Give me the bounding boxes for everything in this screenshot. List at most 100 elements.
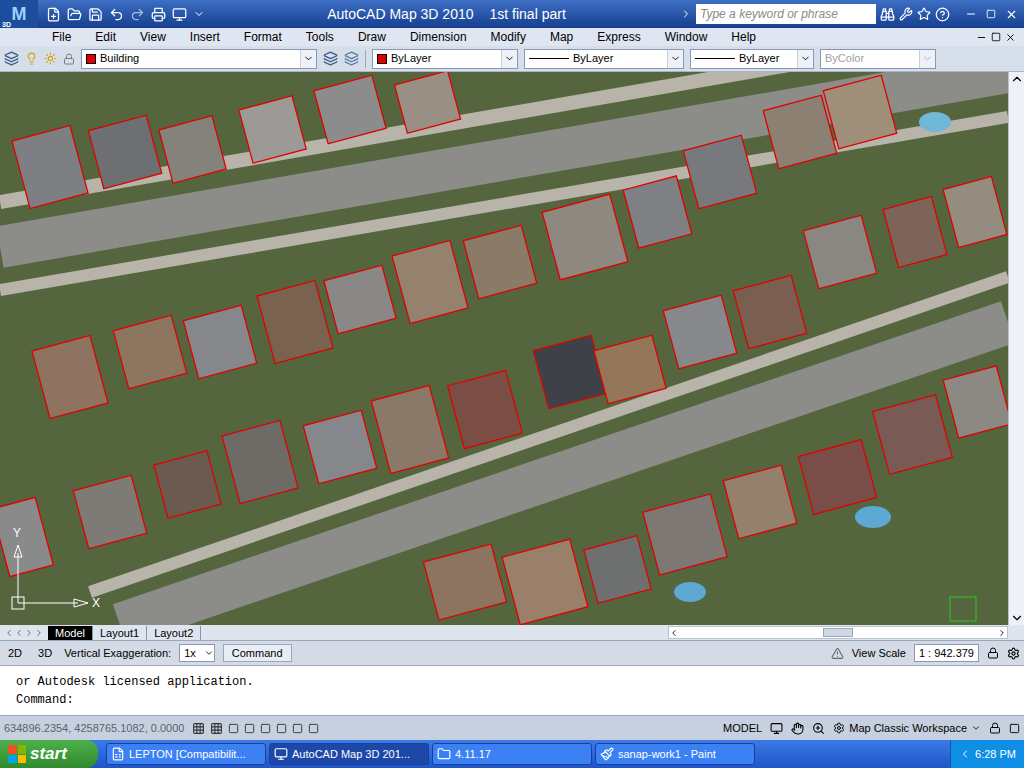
building-outline[interactable] xyxy=(502,539,588,625)
layer-previous-icon[interactable] xyxy=(344,51,359,66)
building-outline[interactable] xyxy=(32,335,108,418)
undo-icon[interactable] xyxy=(109,7,124,22)
layout-icon[interactable] xyxy=(770,722,783,735)
doc-minimize-icon[interactable] xyxy=(976,32,987,43)
search-field[interactable]: Type a keyword or phrase xyxy=(696,4,876,24)
view-mode-button[interactable]: 2D xyxy=(4,645,26,662)
building-outline[interactable] xyxy=(463,225,536,298)
save-icon[interactable] xyxy=(88,7,103,22)
building-outline[interactable] xyxy=(239,96,306,163)
maximize-button[interactable] xyxy=(982,5,1000,23)
building-outline[interactable] xyxy=(371,386,448,474)
building-outline[interactable] xyxy=(763,95,836,168)
building-outline[interactable] xyxy=(423,544,506,620)
doc-close-icon[interactable] xyxy=(1005,32,1016,43)
building-outline[interactable] xyxy=(222,420,298,503)
layout-tab[interactable]: Model xyxy=(48,626,93,640)
building-outline[interactable] xyxy=(733,275,806,348)
help-icon[interactable] xyxy=(935,7,950,22)
workspace-icon[interactable] xyxy=(172,7,187,22)
view-mode-button[interactable]: 3D xyxy=(34,645,56,662)
building-outline[interactable] xyxy=(303,410,376,483)
zoom-icon[interactable] xyxy=(812,722,825,735)
taskbar-task[interactable]: LEPTON [Compatibilit... xyxy=(106,743,266,765)
layer-manager-icon[interactable] xyxy=(4,51,19,66)
taskbar-task[interactable]: 4.11.17 xyxy=(432,743,592,765)
grid-icon[interactable] xyxy=(210,722,223,735)
dyn-icon[interactable] xyxy=(292,723,303,734)
snap-icon[interactable] xyxy=(192,722,205,735)
first-tab-icon[interactable] xyxy=(4,628,14,638)
scroll-right-icon[interactable] xyxy=(997,628,1007,638)
layer-dropdown[interactable]: Building xyxy=(81,49,317,69)
menu-item[interactable]: Insert xyxy=(178,28,232,46)
building-outline[interactable] xyxy=(883,197,947,268)
building-outline[interactable] xyxy=(394,72,460,133)
building-outline[interactable] xyxy=(324,265,396,334)
search-icon[interactable] xyxy=(880,7,895,22)
plotstyle-dropdown[interactable]: ByColor xyxy=(820,49,936,69)
plot-icon[interactable] xyxy=(151,7,166,22)
horizontal-scrollbar[interactable] xyxy=(668,626,1008,639)
pan-icon[interactable] xyxy=(791,722,804,735)
building-outline[interactable] xyxy=(257,280,333,363)
customize-icon[interactable] xyxy=(193,8,205,20)
next-tab-icon[interactable] xyxy=(24,628,34,638)
search-toggle-icon[interactable] xyxy=(680,8,692,20)
view-scale-value[interactable]: 1 : 942.379 xyxy=(914,644,979,663)
favorites-icon[interactable] xyxy=(917,7,931,21)
menu-item[interactable]: Format xyxy=(232,28,294,46)
tray-expand-icon[interactable] xyxy=(959,748,971,760)
menu-item[interactable]: Draw xyxy=(346,28,398,46)
building-outline[interactable] xyxy=(73,475,146,548)
last-tab-icon[interactable] xyxy=(34,628,44,638)
polar-icon[interactable] xyxy=(244,723,255,734)
menu-item[interactable]: View xyxy=(128,28,178,46)
menu-item[interactable]: Edit xyxy=(83,28,128,46)
taskbar-task[interactable]: AutoCAD Map 3D 201... xyxy=(269,743,429,765)
prev-tab-icon[interactable] xyxy=(14,628,24,638)
menu-item[interactable]: Help xyxy=(719,28,768,46)
workspace-switch[interactable]: Map Classic Workspace xyxy=(833,720,981,737)
new-icon[interactable] xyxy=(46,7,61,22)
lwt-icon[interactable] xyxy=(308,723,319,734)
app-logo[interactable]: M3D xyxy=(0,0,38,28)
exaggeration-dropdown[interactable]: 1x xyxy=(179,644,215,662)
building-outline[interactable] xyxy=(594,335,666,404)
scroll-up-icon[interactable] xyxy=(1010,72,1024,86)
layout-tab[interactable]: Layout2 xyxy=(147,626,201,640)
building-outline[interactable] xyxy=(88,115,161,188)
scroll-left-icon[interactable] xyxy=(669,628,679,638)
otrack-icon[interactable] xyxy=(276,723,287,734)
doc-restore-icon[interactable] xyxy=(991,32,1001,42)
redo-icon[interactable] xyxy=(130,7,145,22)
building-outline[interactable] xyxy=(943,177,1007,248)
building-outline[interactable] xyxy=(314,75,386,144)
building-outline[interactable] xyxy=(542,194,628,280)
building-outline[interactable] xyxy=(643,494,727,575)
make-current-icon[interactable] xyxy=(323,51,338,66)
taskbar-task[interactable]: sanap-work1 - Paint xyxy=(595,743,755,765)
command-button[interactable]: Command xyxy=(223,644,292,663)
close-button[interactable] xyxy=(1002,5,1020,23)
building-outline[interactable] xyxy=(683,135,756,208)
color-dropdown[interactable]: ByLayer xyxy=(372,49,518,69)
clean-screen-icon[interactable] xyxy=(1009,723,1020,734)
menu-item[interactable]: Map xyxy=(538,28,585,46)
space-toggle[interactable]: MODEL xyxy=(723,720,762,737)
lineweight-dropdown[interactable]: ByLayer xyxy=(690,49,814,69)
building-outline[interactable] xyxy=(663,295,736,368)
menu-item[interactable]: Window xyxy=(653,28,720,46)
building-outline[interactable] xyxy=(798,440,876,515)
vertical-scrollbar[interactable] xyxy=(1008,72,1024,625)
subscription-icon[interactable] xyxy=(899,7,913,21)
building-outline[interactable] xyxy=(943,366,1008,438)
menu-item[interactable]: Modify xyxy=(479,28,538,46)
menu-item[interactable]: File xyxy=(40,28,83,46)
start-button[interactable]: start xyxy=(0,740,98,768)
open-icon[interactable] xyxy=(67,7,82,22)
lock-icon[interactable] xyxy=(987,647,999,659)
osnap-icon[interactable] xyxy=(260,723,271,734)
layout-tab[interactable]: Layout1 xyxy=(93,626,147,640)
linetype-dropdown[interactable]: ByLayer xyxy=(524,49,684,69)
